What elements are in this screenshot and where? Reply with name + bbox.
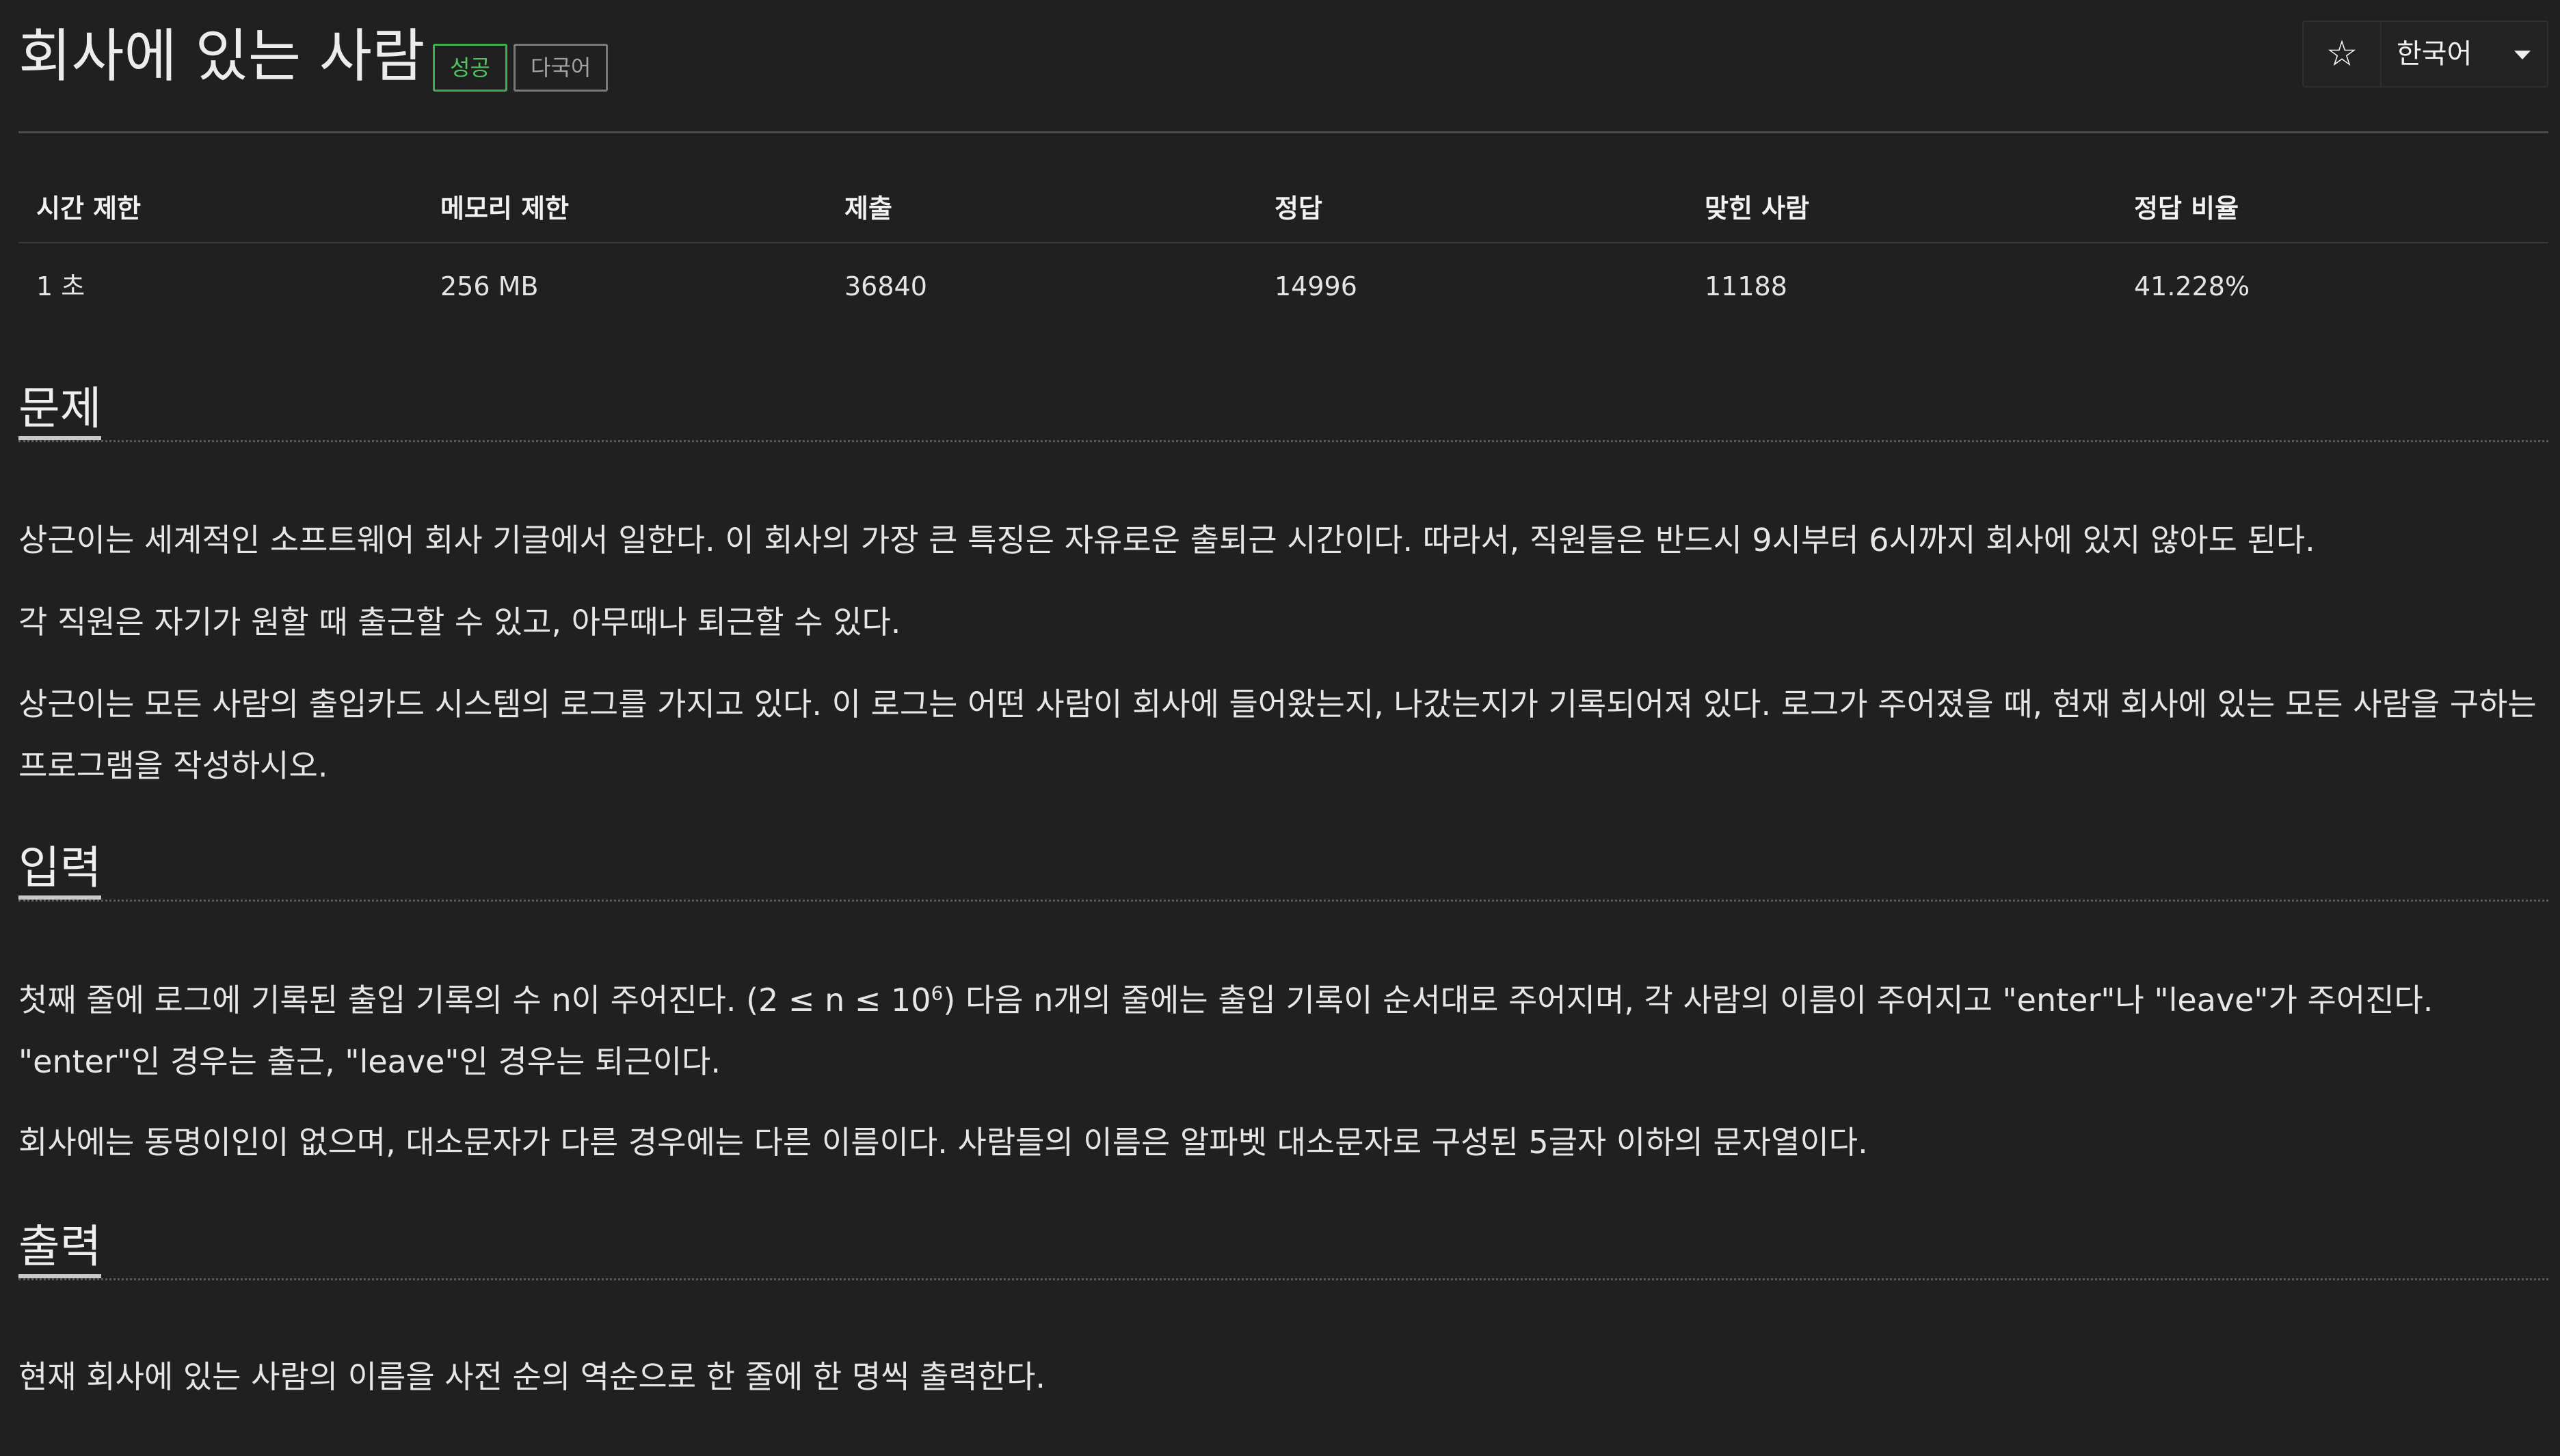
input-text-before: 첫째 줄에 로그에 기록된 출입 기록의 수 n이 주어진다. (2 ≤ n ≤… xyxy=(18,982,931,1019)
problem-paragraph-1: 상근이는 세계적인 소프트웨어 회사 기글에서 일한다. 이 회사의 가장 큰 … xyxy=(18,522,2315,558)
section-title-input: 입력 xyxy=(18,842,2548,902)
status-badge-success: 성공 xyxy=(433,44,507,92)
table-row: 1 초 256 MB 36840 14996 11188 41.228% xyxy=(18,243,2548,319)
input-paragraph-1: 첫째 줄에 로그에 기록된 출입 기록의 수 n이 주어진다. (2 ≤ n ≤… xyxy=(18,969,2548,1092)
page-title: 회사에 있는 사람 xyxy=(18,23,425,90)
header-accepted: 정답 xyxy=(1275,193,1322,224)
header-solvers: 맞힌 사람 xyxy=(1705,193,1810,224)
section-title-problem: 문제 xyxy=(18,383,2548,442)
value-time-limit: 1 초 xyxy=(36,271,85,301)
header-ratio: 정답 비율 xyxy=(2134,193,2239,224)
value-solvers[interactable]: 11188 xyxy=(1705,243,1787,329)
star-icon: ☆ xyxy=(2325,33,2358,75)
input-exponent: 6 xyxy=(931,982,944,1005)
header-time-limit: 시간 제한 xyxy=(36,193,142,224)
table-header-row: 시간 제한 메모리 제한 제출 정답 맞힌 사람 정답 비율 xyxy=(18,179,2548,243)
section-heading-problem: 문제 xyxy=(18,383,102,440)
header-memory-limit: 메모리 제한 xyxy=(440,193,570,224)
problem-paragraph-2: 각 직원은 자기가 원할 때 출근할 수 있고, 아무때나 퇴근할 수 있다. xyxy=(18,604,901,641)
language-label: 한국어 xyxy=(2397,38,2472,70)
problem-paragraph-3: 상근이는 모든 사람의 출입카드 시스템의 로그를 가지고 있다. 이 로그는 … xyxy=(18,686,2537,784)
page-header: 회사에 있는 사람 성공 다국어 ☆ 한국어 xyxy=(18,0,2548,133)
favorite-button[interactable]: ☆ xyxy=(2304,22,2382,86)
caret-down-icon xyxy=(2514,51,2531,59)
input-paragraph-2: 회사에는 동명이인이 없으며, 대소문자가 다른 경우에는 다른 이름이다. 사… xyxy=(18,1124,1868,1161)
section-heading-input: 입력 xyxy=(18,842,102,900)
value-memory-limit: 256 MB xyxy=(440,271,539,301)
header-submissions: 제출 xyxy=(844,193,892,224)
problem-page: 회사에 있는 사람 성공 다국어 ☆ 한국어 시간 제한 메모리 제한 제출 정… xyxy=(18,0,2548,1456)
problem-info-table: 시간 제한 메모리 제한 제출 정답 맞힌 사람 정답 비율 1 초 256 M… xyxy=(18,179,2548,319)
output-paragraph-1: 현재 회사에 있는 사람의 이름을 사전 순의 역순으로 한 줄에 한 명씩 출… xyxy=(18,1358,1046,1395)
status-badge-multilang[interactable]: 다국어 xyxy=(514,44,609,92)
language-dropdown[interactable]: 한국어 xyxy=(2382,22,2546,86)
header-toolbar: ☆ 한국어 xyxy=(2302,21,2548,87)
section-title-output: 출력 xyxy=(18,1221,2548,1280)
value-ratio: 41.228% xyxy=(2134,271,2250,301)
value-submissions[interactable]: 36840 xyxy=(844,243,927,329)
section-heading-output: 출력 xyxy=(18,1221,102,1278)
value-accepted[interactable]: 14996 xyxy=(1275,243,1357,329)
